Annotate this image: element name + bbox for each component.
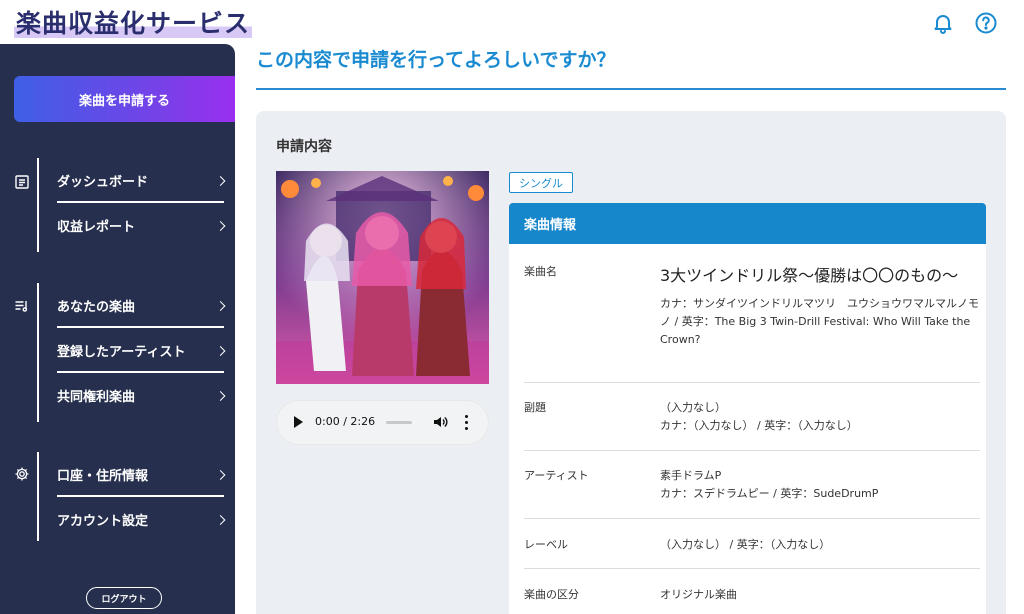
sidebar-item-registered-artists[interactable]: 登録したアーティスト — [57, 328, 226, 373]
more-options-icon[interactable] — [464, 414, 468, 430]
sidebar: 楽曲を申請する ダッシュボード 収益レポート あなたの楽曲 登録したアーティスト… — [0, 44, 235, 614]
song-title-kana-english: カナ：サンダイツインドリルマツリ ユウショウワマルマルノモノ / 英字：The … — [660, 297, 979, 346]
help-icon[interactable] — [974, 11, 998, 35]
audio-progress-slider[interactable] — [386, 421, 412, 424]
chevron-right-icon — [215, 175, 226, 186]
sidebar-item-bank-address[interactable]: 口座・住所情報 — [57, 452, 226, 497]
title-divider — [256, 88, 1006, 90]
chevron-right-icon — [215, 220, 226, 231]
chevron-right-icon — [215, 300, 226, 311]
page-title: この内容で申請を行ってよろしいですか？ — [256, 49, 616, 71]
chevron-right-icon — [215, 514, 226, 525]
sidebar-item-dashboard[interactable]: ダッシュボード — [57, 158, 226, 203]
app-root: 楽曲収益化サービス 楽曲を申請する ダッシュボード 収益レポート あなたの楽曲 — [0, 0, 1024, 614]
music-list-icon — [14, 298, 30, 314]
gear-icon — [14, 466, 30, 482]
nav-group-account: 口座・住所情報 アカウント設定 — [0, 452, 235, 541]
chevron-right-icon — [215, 390, 226, 401]
chevron-right-icon — [215, 469, 226, 480]
audio-player: 0:00 / 2:26 — [276, 400, 489, 445]
release-type-badge: シングル — [509, 172, 573, 193]
apply-song-button[interactable]: 楽曲を申請する — [14, 76, 235, 122]
audio-time: 0:00 / 2:26 — [315, 415, 376, 428]
chevron-right-icon — [215, 345, 226, 356]
play-icon[interactable] — [294, 416, 303, 428]
sidebar-item-your-songs[interactable]: あなたの楽曲 — [57, 283, 226, 328]
song-info-header: 楽曲情報 — [509, 203, 986, 244]
volume-icon[interactable] — [432, 414, 448, 430]
nav-group-dashboard: ダッシュボード 収益レポート — [0, 158, 235, 252]
document-icon — [14, 174, 30, 190]
sidebar-item-revenue-report[interactable]: 収益レポート — [57, 203, 226, 248]
top-bar: 楽曲収益化サービス — [0, 0, 1024, 44]
app-logo[interactable]: 楽曲収益化サービス — [14, 4, 253, 40]
logout-button[interactable]: ログアウト — [86, 587, 162, 609]
cover-artwork — [276, 171, 489, 384]
song-title: 3大ツインドリル祭～優勝は〇〇のもの～ — [660, 266, 959, 285]
nav-group-songs: あなたの楽曲 登録したアーティスト 共同権利楽曲 — [0, 283, 235, 422]
sidebar-item-account-settings[interactable]: アカウント設定 — [57, 497, 226, 542]
sidebar-item-co-owned-songs[interactable]: 共同権利楽曲 — [57, 373, 226, 418]
panel-title: 申請内容 — [276, 139, 332, 155]
cover-artwork-image — [276, 171, 489, 384]
bell-icon[interactable] — [931, 11, 955, 35]
song-info-card: 楽曲情報 楽曲名 3大ツインドリル祭～優勝は〇〇のもの～ カナ：サンダイツインド… — [509, 203, 986, 614]
